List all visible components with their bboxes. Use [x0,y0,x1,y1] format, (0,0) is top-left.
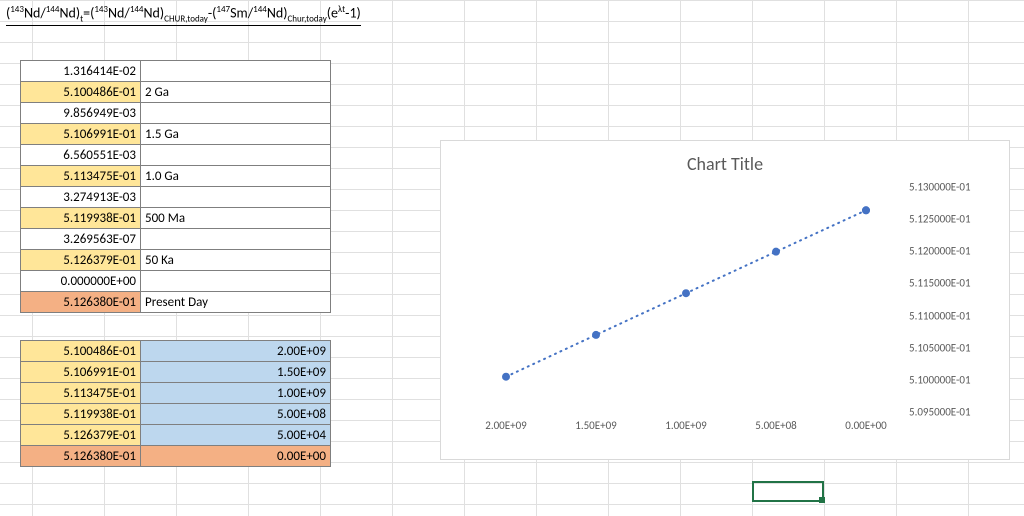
t2-cell-b[interactable]: 1.00E+09 [141,383,331,404]
t1-cell-b[interactable]: 1.5 Ga [141,124,331,145]
chart-plot-area [471,187,901,412]
t1-cell-a[interactable]: 1.316414E-02 [21,61,141,82]
t1-cell-a[interactable]: 6.560551E-03 [21,145,141,166]
x-tick-label: 1.50E+09 [575,419,617,432]
t1-cell-b[interactable] [141,187,331,208]
t1-cell-a[interactable]: 3.269563E-07 [21,229,141,250]
embedded-chart[interactable]: Chart Title 5.130000E-01 5.125000E-01 5.12… [440,140,1010,460]
t2-cell-a[interactable]: 5.113475E-01 [21,383,141,404]
t2-cell-a[interactable]: 5.106991E-01 [21,362,141,383]
t1-cell-b[interactable] [141,61,331,82]
y-tick-label: 5.100000E-01 [909,373,971,386]
t2-cell-b[interactable]: 2.00E+09 [141,341,331,362]
chart-y-axis: 5.130000E-015.125000E-015.120000E-015.11… [909,187,1005,412]
x-tick-label: 1.00E+09 [665,419,707,432]
value-label-table[interactable]: 1.316414E-025.100486E-012 Ga9.856949E-03… [20,60,331,313]
x-tick-label: 2.00E+09 [485,419,527,432]
t1-cell-a[interactable]: 9.856949E-03 [21,103,141,124]
t1-cell-b[interactable]: 500 Ma [141,208,331,229]
t1-cell-a[interactable]: 3.274913E-03 [21,187,141,208]
x-tick-label: 5.00E+08 [755,419,797,432]
t1-cell-b[interactable] [141,145,331,166]
t1-cell-b[interactable]: Present Day [141,292,331,313]
t1-cell-a[interactable]: 0.000000E+00 [21,271,141,292]
t1-cell-b[interactable]: 2 Ga [141,82,331,103]
t2-cell-b[interactable]: 5.00E+08 [141,404,331,425]
t2-cell-a[interactable]: 5.126380E-01 [21,446,141,467]
formula-text: (143Nd/144Nd)t=(143Nd/144Nd)CHUR,today-(… [6,4,361,26]
y-tick-label: 5.110000E-01 [909,309,971,322]
t1-cell-a[interactable]: 5.126379E-01 [21,250,141,271]
chart-x-axis: 2.00E+09 1.50E+09 1.00E+09 5.00E+08 0.00E+00 [471,419,901,435]
t1-cell-b[interactable]: 1.0 Ga [141,166,331,187]
y-tick-label: 5.115000E-01 [909,277,971,290]
t1-cell-b[interactable] [141,103,331,124]
t1-cell-b[interactable] [141,229,331,250]
t1-cell-a[interactable]: 5.100486E-01 [21,82,141,103]
xy-data-table[interactable]: 5.100486E-012.00E+095.106991E-011.50E+09… [20,340,331,467]
t1-cell-b[interactable] [141,271,331,292]
y-tick-label: 5.105000E-01 [909,341,971,354]
t1-cell-a[interactable]: 5.119938E-01 [21,208,141,229]
y-tick-label: 5.120000E-01 [909,245,971,258]
t2-cell-b[interactable]: 1.50E+09 [141,362,331,383]
x-tick-label: 0.00E+00 [845,419,887,432]
t1-cell-b[interactable]: 50 Ka [141,250,331,271]
t1-cell-a[interactable]: 5.113475E-01 [21,166,141,187]
t2-cell-b[interactable]: 0.00E+00 [141,446,331,467]
y-tick-label: 5.130000E-01 [909,181,971,194]
t2-cell-b[interactable]: 5.00E+04 [141,425,331,446]
t2-cell-a[interactable]: 5.119938E-01 [21,404,141,425]
t2-cell-a[interactable]: 5.100486E-01 [21,341,141,362]
y-tick-label: 5.125000E-01 [909,213,971,226]
chart-title: Chart Title [441,153,1009,175]
t1-cell-a[interactable]: 5.126380E-01 [21,292,141,313]
t2-cell-a[interactable]: 5.126379E-01 [21,425,141,446]
y-tick-label: 5.095000E-01 [909,406,971,419]
active-cell-cursor[interactable] [752,481,824,502]
t1-cell-a[interactable]: 5.106991E-01 [21,124,141,145]
